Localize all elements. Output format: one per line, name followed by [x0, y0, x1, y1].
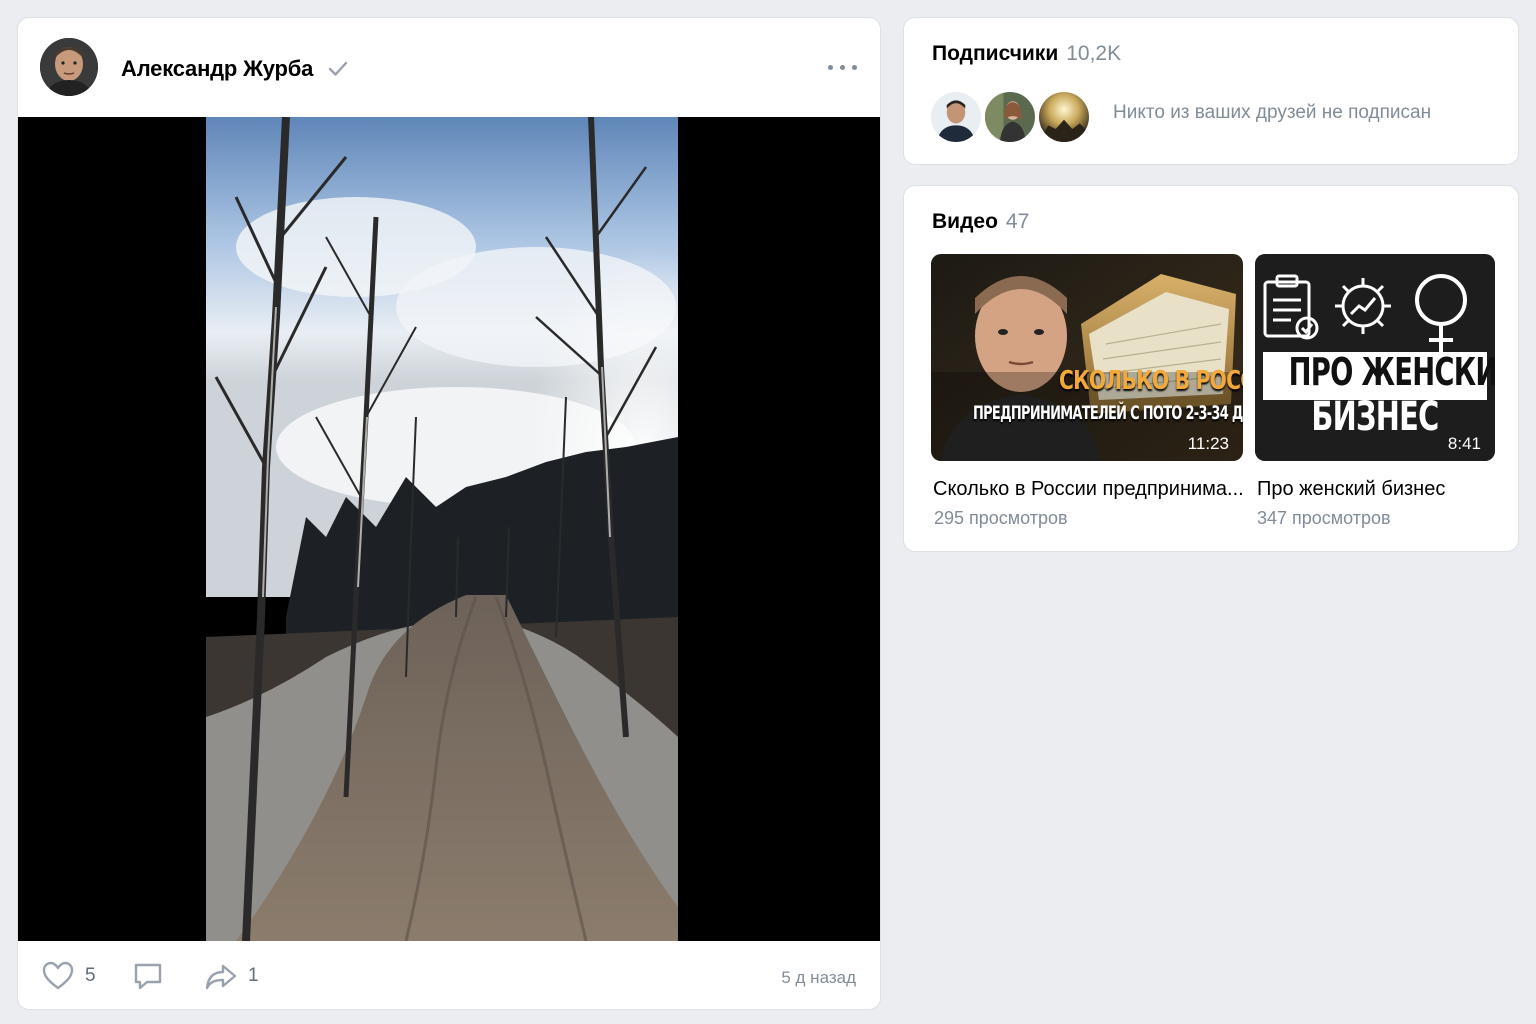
video-thumb-subcaption: БИЗНЕС [1311, 394, 1439, 440]
post-footer: 5 1 5 д назад [18, 941, 880, 1009]
post-video[interactable] [18, 117, 880, 941]
video-thumb-subcaption: ПРЕДПРИНИМАТЕЛЕЙ С ПОТО 2-3-34 ДОМ [973, 402, 1243, 424]
followers-header[interactable]: Подписчики 10,2K [932, 42, 1121, 66]
videos-count: 47 [1005, 210, 1030, 233]
follower-avatar[interactable] [929, 90, 983, 144]
followers-card: Подписчики 10,2K Никто из ваших друзей не… [903, 17, 1519, 165]
post-card: Александр Журба 5 1 5 д назад [17, 17, 881, 1010]
video-duration: 11:23 [1187, 434, 1229, 453]
like-button[interactable]: 5 [41, 960, 96, 992]
video-thumbnail-image [931, 254, 1243, 461]
follower-avatar[interactable] [1037, 90, 1091, 144]
comment-button[interactable] [131, 960, 165, 992]
video-thumbnail[interactable]: ПРО ЖЕНСКИЙ БИЗНЕС 8:41 [1255, 254, 1495, 461]
no-friends-note: Никто из ваших друзей не подписан [1113, 102, 1432, 123]
video-title[interactable]: Сколько в России предпринима... [933, 478, 1245, 501]
video-duration: 8:41 [1447, 434, 1481, 453]
videos-header[interactable]: Видео 47 [932, 210, 1029, 234]
like-count: 5 [85, 965, 96, 986]
share-icon [205, 964, 237, 990]
followers-title: Подписчики [932, 42, 1059, 65]
video-thumb-caption: ПРО ЖЕНСКИЙ [1288, 350, 1495, 394]
heart-icon [42, 961, 74, 990]
video-views: 295 просмотров [934, 508, 1068, 528]
followers-count: 10,2K [1066, 42, 1122, 65]
post-date[interactable]: 5 д назад [781, 968, 856, 988]
follower-avatar[interactable] [983, 90, 1037, 144]
video-title[interactable]: Про женский бизнес [1257, 478, 1497, 501]
video-thumbnail[interactable]: СКОЛЬКО В РОССИИ ПРЕДПРИНИМАТЕЛЕЙ С ПОТО… [931, 254, 1243, 461]
videos-title: Видео [932, 210, 998, 233]
author-avatar[interactable] [40, 38, 98, 96]
more-icon[interactable] [828, 58, 858, 76]
forest-road-image [206, 117, 678, 941]
videos-card: Видео 47 СКОЛЬКО В РОС ПРЕДПРИНИМАТЕЛЕЙ … [903, 185, 1519, 552]
post-header: Александр Журба [18, 18, 880, 117]
share-button[interactable]: 1 [204, 960, 259, 992]
share-count: 1 [248, 965, 259, 986]
video-thumb-caption: СКОЛЬКО В РОССИИ [1059, 366, 1243, 396]
verified-icon [328, 61, 348, 76]
comment-icon [134, 963, 162, 990]
author-name[interactable]: Александр Журба [121, 56, 313, 82]
video-views: 347 просмотров [1257, 508, 1391, 528]
